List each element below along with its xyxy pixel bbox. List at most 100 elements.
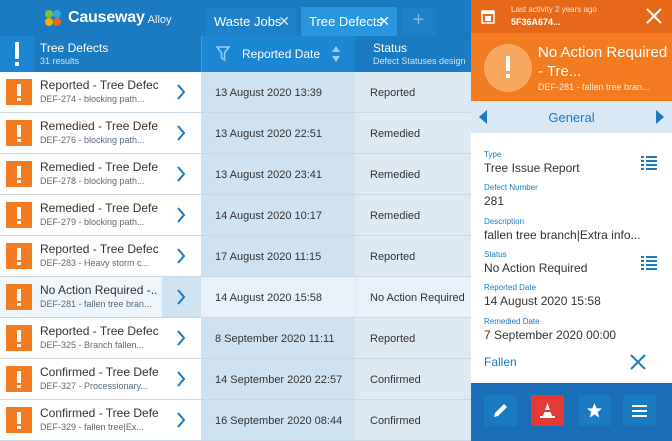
field-defect-number: Defect Number 281: [484, 183, 664, 217]
row-status-cell: Remedied: [356, 154, 471, 194]
table-header: Tree Defects 31 results Reported Date St…: [0, 36, 471, 72]
star-icon: [587, 403, 602, 418]
column-sublabel: Defect Statuses design: [373, 56, 466, 66]
chevron-right-icon[interactable]: [162, 277, 201, 317]
chevron-right-icon[interactable]: [162, 154, 201, 194]
tag-fallen[interactable]: Fallen: [484, 355, 517, 369]
chevron-right-icon[interactable]: [162, 195, 201, 235]
row-title: Reported - Tree Defect: [40, 324, 158, 338]
row-date: 17 August 2020 11:15: [215, 251, 322, 263]
row-main-cell[interactable]: Remedied - Tree Defect DEF-276 - blockin…: [0, 113, 201, 153]
field-value: Tree Issue Report: [484, 161, 580, 175]
list-title: Tree Defects: [40, 41, 109, 55]
calendar-icon: [481, 10, 495, 24]
field-type: Type Tree Issue Report: [484, 150, 664, 183]
add-tab-button[interactable]: +: [401, 7, 436, 36]
table-row[interactable]: Confirmed - Tree Defe... DEF-329 - falle…: [0, 400, 471, 441]
table-row[interactable]: Confirmed - Tree Defe... DEF-327 - Proce…: [0, 359, 471, 400]
row-title: Remedied - Tree Defect: [40, 119, 158, 133]
row-date: 13 August 2020 23:41: [215, 169, 323, 181]
field-label: Status: [484, 250, 507, 259]
row-status: Confirmed: [370, 415, 421, 427]
row-date-cell: 14 August 2020 10:17: [201, 195, 355, 235]
warning-icon: [6, 366, 32, 392]
remove-tag-icon[interactable]: [628, 352, 648, 372]
row-subtitle: DEF-283 - Heavy storm c...: [40, 258, 150, 268]
field-value: 7 September 2020 00:00: [484, 328, 617, 342]
field-status: Status No Action Required: [484, 250, 664, 283]
row-subtitle: DEF-279 - blocking path...: [40, 217, 145, 227]
close-icon[interactable]: ✕: [278, 14, 290, 28]
close-icon[interactable]: [644, 6, 664, 26]
row-subtitle: DEF-278 - blocking path...: [40, 176, 145, 186]
edit-button[interactable]: [484, 395, 517, 426]
chevron-right-icon[interactable]: [656, 110, 664, 124]
row-status: No Action Required: [370, 292, 465, 304]
row-date-cell: 13 August 2020 23:41: [201, 154, 355, 194]
alert-icon: [484, 44, 532, 92]
table-row[interactable]: Reported - Tree Defect DEF-274 - blockin…: [0, 72, 471, 113]
row-main-cell[interactable]: Remedied - Tree Defect DEF-279 - blockin…: [0, 195, 201, 235]
row-status-cell: Reported: [356, 318, 471, 358]
row-date: 8 September 2020 11:11: [215, 333, 335, 345]
action-bar: [471, 383, 672, 441]
row-status-cell: Reported: [356, 236, 471, 276]
row-status-cell: No Action Required: [356, 277, 471, 317]
chevron-right-icon[interactable]: [162, 359, 201, 399]
list-icon[interactable]: [641, 155, 657, 171]
table-row-selected[interactable]: No Action Required -... DEF-281 - fallen…: [0, 277, 471, 318]
row-date-cell: 14 September 2020 22:57: [201, 359, 355, 399]
row-date-cell: 16 September 2020 08:44: [201, 400, 355, 440]
row-status: Reported: [370, 87, 416, 99]
hazard-cone-icon: [540, 403, 555, 418]
result-count: 31 results: [40, 56, 80, 66]
row-title: Confirmed - Tree Defe...: [40, 406, 158, 420]
brand-logo[interactable]: Causeway Alloy: [42, 7, 172, 29]
list-icon[interactable]: [641, 255, 657, 271]
row-status-cell: Remedied: [356, 113, 471, 153]
section-label: General: [548, 110, 595, 125]
chevron-right-icon[interactable]: [162, 400, 201, 440]
table-row[interactable]: Reported - Tree Defect DEF-283 - Heavy s…: [0, 236, 471, 277]
row-main-cell[interactable]: Reported - Tree Defect DEF-274 - blockin…: [0, 72, 201, 112]
row-main-cell[interactable]: Confirmed - Tree Defe... DEF-329 - falle…: [0, 400, 201, 440]
tab-waste-jobs[interactable]: Waste Jobs ✕: [206, 7, 297, 36]
menu-button[interactable]: [623, 395, 656, 426]
table-row[interactable]: Reported - Tree Defect DEF-325 - Branch …: [0, 318, 471, 359]
filter-icon[interactable]: [216, 46, 230, 62]
row-status: Remedied: [370, 128, 421, 140]
row-date: 16 September 2020 08:44: [215, 415, 343, 427]
inspect-button[interactable]: [531, 395, 564, 426]
last-activity: Last activity 2 years ago: [511, 5, 597, 14]
row-subtitle: DEF-274 - blocking path...: [40, 94, 145, 104]
panel-header: Last activity 2 years ago 5F36A674...: [471, 0, 672, 33]
warning-icon: [6, 243, 32, 269]
row-main-cell[interactable]: Remedied - Tree Defect DEF-278 - blockin…: [0, 154, 201, 194]
field-description: Description fallen tree branch|Extra inf…: [484, 217, 664, 250]
chevron-right-icon[interactable]: [162, 236, 201, 276]
table-row[interactable]: Remedied - Tree Defect DEF-278 - blockin…: [0, 154, 471, 195]
chevron-right-icon[interactable]: [162, 72, 201, 112]
table-row[interactable]: Remedied - Tree Defect DEF-279 - blockin…: [0, 195, 471, 236]
column-label: Reported Date: [242, 47, 321, 61]
defect-list: Reported - Tree Defect DEF-274 - blockin…: [0, 72, 471, 441]
sort-icon[interactable]: [331, 45, 341, 63]
row-main-cell[interactable]: No Action Required -... DEF-281 - fallen…: [0, 277, 201, 317]
field-label: Reported Date: [484, 283, 537, 292]
column-header-reported-date[interactable]: Reported Date: [201, 36, 355, 72]
chevron-right-icon[interactable]: [162, 318, 201, 358]
tab-tree-defects[interactable]: Tree Defects ✕: [301, 7, 397, 36]
panel-subtitle: DEF-281 - fallen tree bran...: [538, 82, 650, 92]
row-main-cell[interactable]: Reported - Tree Defect DEF-283 - Heavy s…: [0, 236, 201, 276]
table-row[interactable]: Remedied - Tree Defect DEF-276 - blockin…: [0, 113, 471, 154]
column-header-status[interactable]: Status Defect Statuses design: [356, 36, 471, 72]
row-main-cell[interactable]: Reported - Tree Defect DEF-325 - Branch …: [0, 318, 201, 358]
row-main-cell[interactable]: Confirmed - Tree Defe... DEF-327 - Proce…: [0, 359, 201, 399]
field-reported-date: Reported Date 14 August 2020 15:58: [484, 283, 664, 317]
close-icon[interactable]: ✕: [378, 14, 390, 28]
hamburger-menu-icon: [632, 405, 647, 417]
favourite-button[interactable]: [578, 395, 611, 426]
chevron-right-icon[interactable]: [162, 113, 201, 153]
row-status-cell: Remedied: [356, 195, 471, 235]
row-subtitle: DEF-327 - Processionary...: [40, 381, 148, 391]
